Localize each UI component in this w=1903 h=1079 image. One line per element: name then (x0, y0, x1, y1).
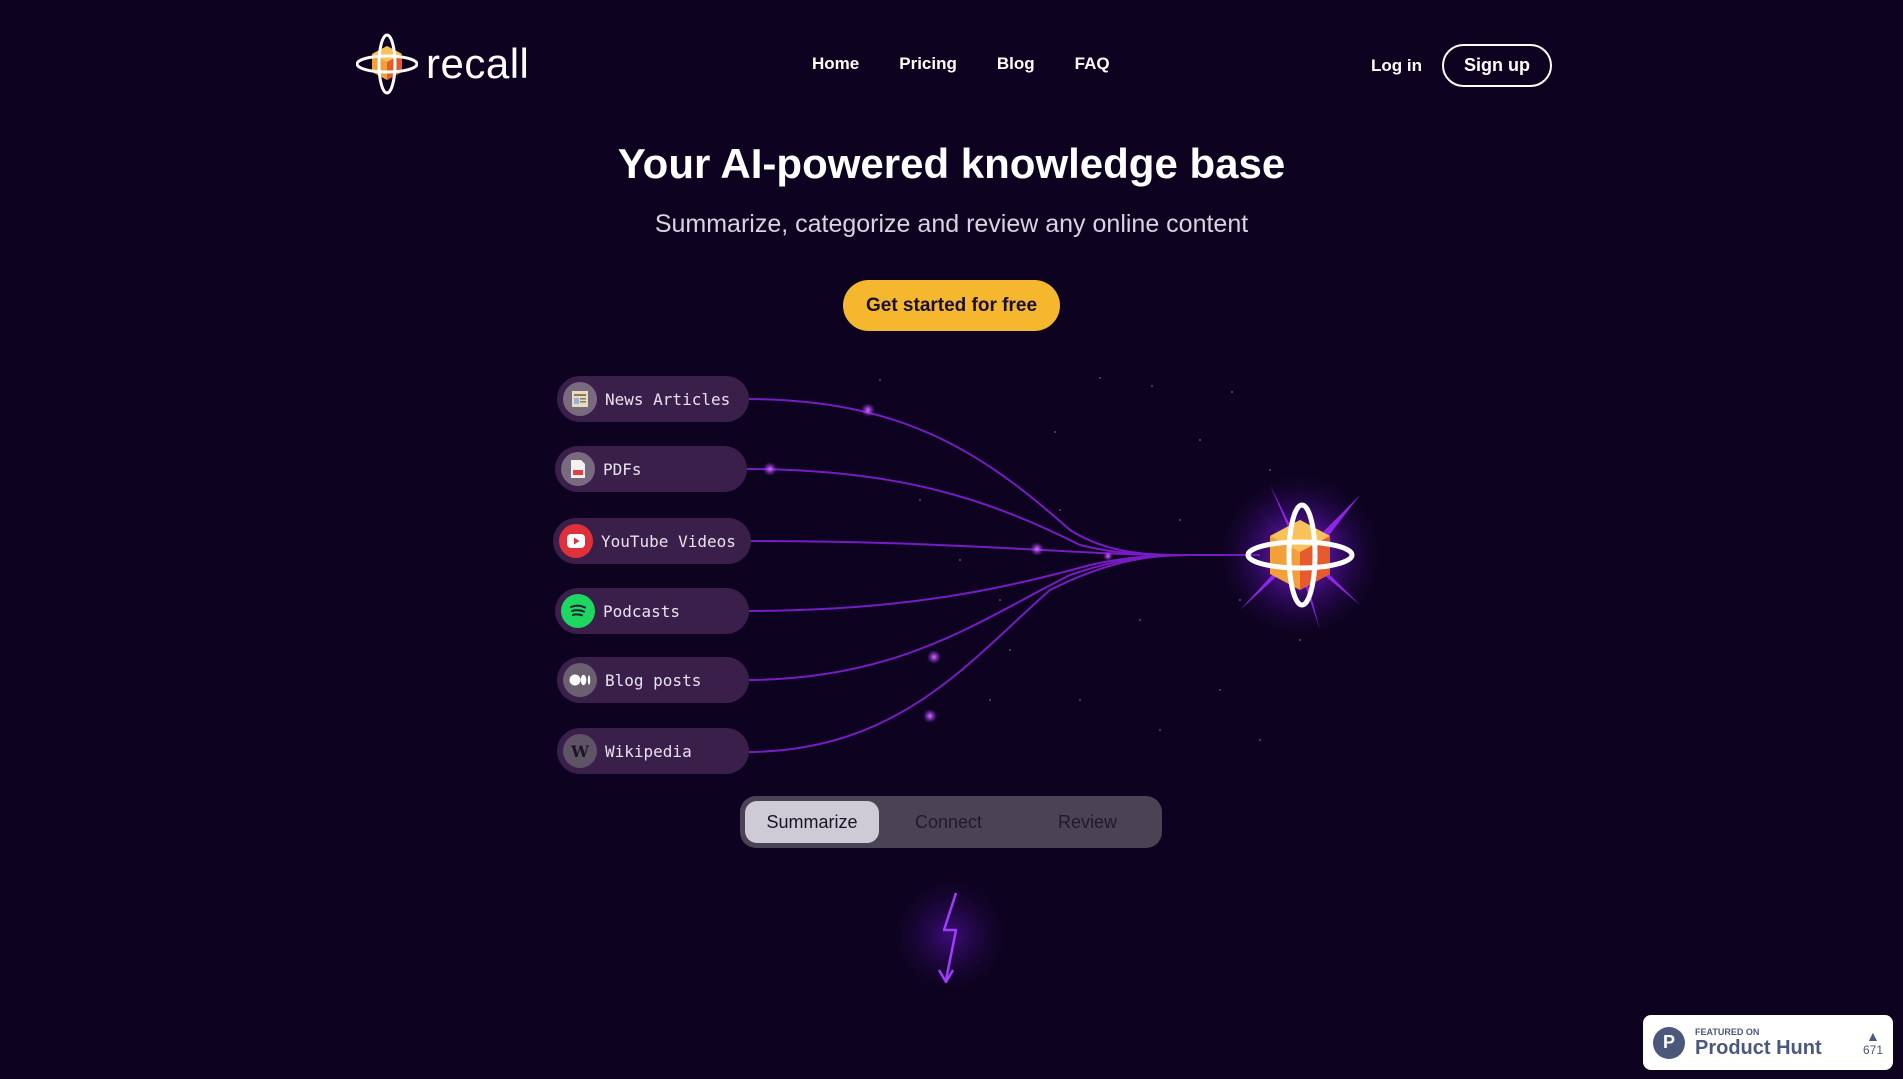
spotify-icon (561, 594, 595, 628)
source-label: Wikipedia (605, 741, 692, 761)
hero-subtitle: Summarize, categorize and review any onl… (654, 210, 1249, 238)
ph-vote-count: ▲ 671 (1863, 1029, 1883, 1057)
source-label: YouTube Videos (601, 531, 736, 551)
hub-burst (1240, 485, 1360, 630)
recall-logo-icon (356, 33, 418, 95)
logo[interactable]: recall (356, 32, 529, 96)
logo-text: recall (426, 40, 530, 87)
login-link[interactable]: Log in (1371, 56, 1422, 76)
tab-connect[interactable]: Connect (879, 801, 1018, 843)
source-blog-posts: Blog posts (557, 657, 749, 703)
product-hunt-badge[interactable]: P FEATURED ON Product Hunt ▲ 671 (1643, 1015, 1893, 1070)
get-started-button[interactable]: Get started for free (843, 280, 1060, 331)
nav-faq[interactable]: FAQ (1075, 54, 1110, 74)
tab-summarize[interactable]: Summarize (745, 801, 879, 843)
main-nav: Home Pricing Blog FAQ (812, 54, 1110, 74)
nav-pricing[interactable]: Pricing (899, 54, 957, 74)
tab-review[interactable]: Review (1018, 801, 1157, 843)
pdf-icon (561, 452, 595, 486)
source-news-articles: News Articles (557, 376, 749, 422)
feature-tabs: Summarize Connect Review (740, 796, 1162, 848)
product-hunt-icon: P (1653, 1026, 1685, 1059)
wikipedia-icon: W (563, 734, 597, 768)
hero-title: Your AI-powered knowledge base (617, 140, 1286, 187)
source-podcasts: Podcasts (555, 588, 749, 634)
source-label: Blog posts (605, 670, 702, 690)
source-label: News Articles (605, 389, 731, 409)
newspaper-icon (563, 382, 597, 416)
hub-logo-icon (1245, 502, 1355, 608)
source-pdfs: PDFs (555, 446, 747, 492)
source-youtube-videos: YouTube Videos (553, 518, 751, 564)
ph-featured-label: FEATURED ON (1695, 1026, 1760, 1037)
nav-blog[interactable]: Blog (997, 54, 1035, 74)
nav-home[interactable]: Home (812, 54, 859, 74)
signup-button[interactable]: Sign up (1442, 44, 1552, 87)
ph-name: Product Hunt (1695, 1036, 1822, 1059)
medium-icon (563, 663, 597, 697)
upvote-icon: ▲ (1866, 1027, 1880, 1044)
source-label: PDFs (603, 459, 642, 479)
source-label: Podcasts (603, 601, 681, 621)
youtube-icon (559, 524, 593, 558)
ph-votes: 671 (1862, 1042, 1883, 1057)
auth-area: Log in Sign up (1371, 44, 1552, 87)
source-wikipedia: W Wikipedia (557, 728, 749, 774)
bolt-icon (937, 892, 958, 984)
